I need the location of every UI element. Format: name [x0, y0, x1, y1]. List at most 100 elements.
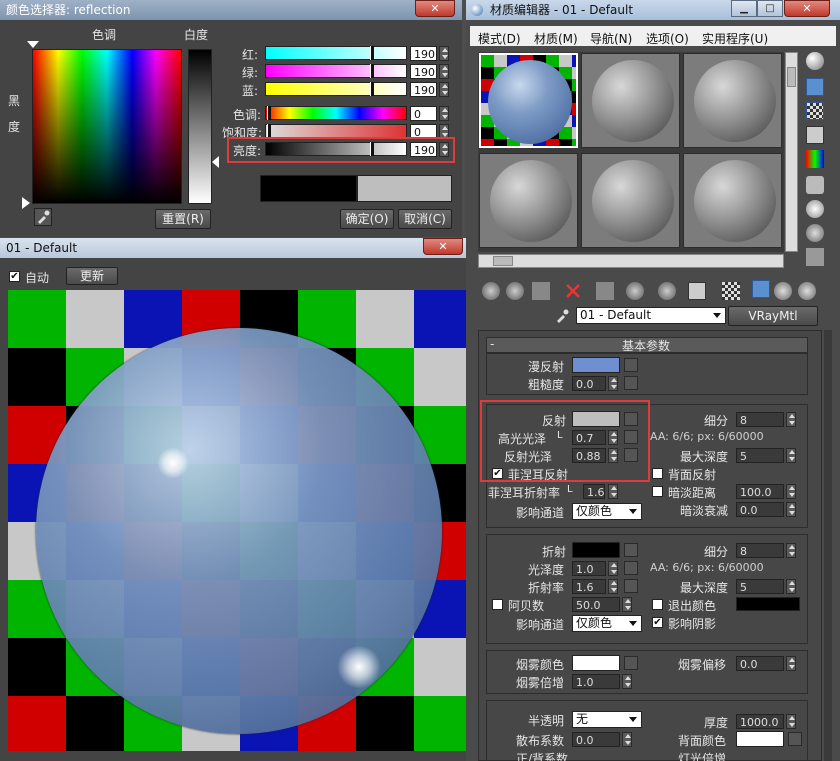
go-forward-sibling-icon[interactable] [774, 282, 792, 300]
abbe-field[interactable]: 50.0 [572, 597, 620, 612]
menu-mode[interactable]: 模式(D) [478, 30, 521, 47]
minimize-button[interactable]: ▁ [731, 0, 757, 17]
slots-horizontal-scrollbar[interactable] [478, 254, 784, 268]
eyedropper-button[interactable] [34, 208, 52, 226]
green-value-field[interactable]: 190 [410, 64, 437, 79]
exit-color-swatch[interactable] [736, 597, 800, 611]
hue-whiteness-field[interactable] [32, 49, 182, 204]
fresnel-ior-field[interactable]: 1.6 [583, 484, 605, 499]
diffuse-map-button[interactable] [624, 358, 638, 372]
background-checker-icon[interactable] [806, 102, 824, 120]
blue-spinner[interactable] [439, 82, 449, 97]
hue-slider[interactable] [265, 106, 407, 120]
hue-value-field[interactable]: 0 [410, 106, 437, 121]
fog-mult-field[interactable]: 1.0 [572, 674, 620, 689]
auto-checkbox[interactable]: ✔ [9, 271, 20, 282]
ior-field[interactable]: 1.6 [572, 579, 606, 594]
glossiness-map-button[interactable] [624, 561, 638, 575]
glossiness-field[interactable]: 1.0 [572, 561, 606, 576]
diffuse-color-swatch[interactable] [572, 357, 620, 373]
affect-shadows-checkbox[interactable]: ✔ [652, 617, 663, 628]
green-slider[interactable] [265, 64, 407, 78]
dim-falloff-field[interactable]: 0.0 [736, 502, 784, 517]
refl-subdivs-spinner[interactable] [786, 412, 796, 427]
assign-to-selection-icon[interactable] [532, 282, 550, 300]
render-viewport[interactable] [8, 290, 470, 751]
sample-type-icon[interactable] [806, 52, 824, 70]
fog-mult-spinner[interactable] [622, 674, 632, 689]
saturation-slider[interactable] [265, 124, 407, 138]
blue-slider[interactable] [265, 82, 407, 96]
go-to-parent-icon[interactable] [752, 280, 770, 298]
menu-material[interactable]: 材质(M) [534, 30, 578, 47]
refr-subdivs-spinner[interactable] [786, 543, 796, 558]
green-spinner[interactable] [439, 64, 449, 79]
pick-material-eyedropper-icon[interactable] [554, 308, 570, 324]
thickness-field[interactable]: 1000.0 [736, 714, 784, 729]
roughness-spinner[interactable] [608, 376, 618, 391]
sample-slot-6[interactable] [683, 153, 782, 248]
pick-from-object-icon[interactable] [798, 282, 816, 300]
red-spinner[interactable] [439, 46, 449, 61]
fog-bias-spinner[interactable] [786, 656, 796, 671]
fresnel-lock-button[interactable]: L [567, 484, 573, 495]
show-map-icon[interactable] [688, 282, 706, 300]
show-end-result-icon[interactable] [722, 282, 740, 300]
material-navigator-icon[interactable] [806, 248, 824, 266]
glossiness-spinner[interactable] [608, 561, 618, 576]
sample-slot-1[interactable] [479, 53, 578, 148]
maximize-button[interactable]: □ [757, 0, 783, 17]
dim-distance-checkbox[interactable] [652, 486, 663, 497]
menu-utilities[interactable]: 实用程序(U) [702, 30, 768, 47]
material-name-dropdown[interactable]: 01 - Default [576, 307, 726, 324]
fresnel-ior-spinner[interactable] [608, 484, 618, 499]
whiteness-pointer-icon[interactable] [212, 156, 219, 168]
thickness-spinner[interactable] [786, 714, 796, 729]
refl-affect-channels-dropdown[interactable]: 仅颜色 [572, 503, 642, 520]
select-by-material-icon[interactable] [806, 224, 824, 242]
menu-options[interactable]: 选项(O) [646, 30, 689, 47]
ior-map-button[interactable] [624, 579, 638, 593]
refl-subdivs-field[interactable]: 8 [736, 412, 784, 427]
menu-navigation[interactable]: 导航(N) [590, 30, 632, 47]
params-scrollbar[interactable] [824, 330, 832, 761]
refl-max-depth-field[interactable]: 5 [736, 448, 784, 463]
dim-falloff-spinner[interactable] [786, 502, 796, 517]
video-color-check-icon[interactable] [806, 150, 824, 168]
back-color-map-button[interactable] [788, 732, 802, 746]
fog-color-map-button[interactable] [624, 656, 638, 670]
sample-slot-2[interactable] [581, 53, 680, 148]
backlight-icon[interactable] [806, 78, 824, 96]
back-color-swatch[interactable] [736, 731, 784, 747]
whiteness-bar[interactable] [188, 49, 212, 204]
refr-subdivs-field[interactable]: 8 [736, 543, 784, 558]
fog-bias-field[interactable]: 0.0 [736, 656, 784, 671]
update-button[interactable]: 更新 [66, 267, 118, 285]
sample-slot-4[interactable] [479, 153, 578, 248]
preview-close-button[interactable]: ✕ [423, 238, 463, 255]
make-preview-icon[interactable] [806, 176, 824, 194]
material-type-button[interactable]: VRayMtl [728, 306, 818, 326]
red-value-field[interactable]: 190 [410, 46, 437, 61]
put-to-library-icon[interactable] [626, 282, 644, 300]
refl-max-depth-spinner[interactable] [786, 448, 796, 463]
hue-spinner[interactable] [439, 106, 449, 121]
scatter-coeff-field[interactable]: 0.0 [572, 732, 620, 747]
rollout-collapse-icon[interactable]: - [490, 337, 494, 351]
back-reflect-checkbox[interactable] [652, 468, 663, 479]
refract-map-button[interactable] [624, 543, 638, 557]
dim-distance-spinner[interactable] [786, 484, 796, 499]
scatter-coeff-spinner[interactable] [622, 732, 632, 747]
dim-distance-field[interactable]: 100.0 [736, 484, 784, 499]
blue-value-field[interactable]: 190 [410, 82, 437, 97]
exit-color-checkbox[interactable] [652, 599, 663, 610]
color-picker-close-button[interactable]: ✕ [415, 0, 455, 17]
abbe-spinner[interactable] [622, 597, 632, 612]
options-icon[interactable] [806, 200, 824, 218]
red-slider[interactable] [265, 46, 407, 60]
sample-uv-icon[interactable] [806, 126, 824, 144]
ior-spinner[interactable] [608, 579, 618, 594]
sample-slot-3[interactable] [683, 53, 782, 148]
reset-map-icon[interactable] [564, 282, 582, 300]
refr-affect-channels-dropdown[interactable]: 仅颜色 [572, 615, 642, 632]
